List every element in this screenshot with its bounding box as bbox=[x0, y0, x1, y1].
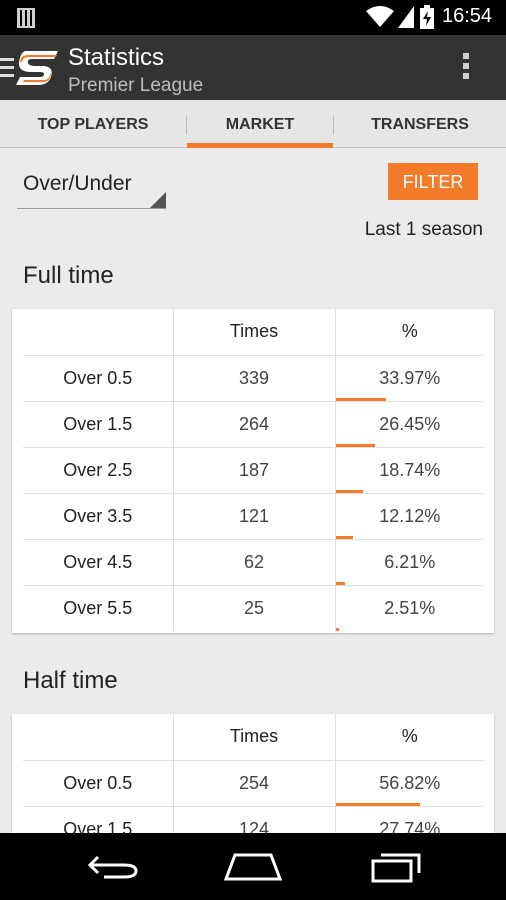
times-value: 339 bbox=[173, 355, 336, 402]
market-content[interactable]: Over/Under FILTER Last 1 season Full tim… bbox=[0, 149, 506, 833]
table-header-row: Times % bbox=[23, 309, 484, 356]
column-header-percent: % bbox=[335, 309, 484, 356]
menu-icon[interactable] bbox=[0, 58, 14, 78]
clock: 16:54 bbox=[442, 5, 493, 27]
sim-card-icon bbox=[17, 8, 35, 28]
tab-label: TOP PLAYERS bbox=[37, 116, 149, 133]
battery-charging-icon bbox=[420, 5, 434, 29]
half-time-table: Times % Over 0.5 254 56.82% Over 1.5 124… bbox=[23, 714, 484, 833]
tab-transfers[interactable]: TRANSFERS bbox=[334, 100, 506, 148]
dropdown-corner-icon bbox=[150, 192, 166, 208]
row-label: Over 1.5 bbox=[23, 806, 174, 833]
times-value: 264 bbox=[173, 401, 336, 448]
percent-value: 12.12% bbox=[379, 505, 441, 526]
tab-label: TRANSFERS bbox=[371, 116, 469, 133]
active-tab-indicator bbox=[187, 143, 333, 148]
tab-market[interactable]: MARKET bbox=[187, 100, 333, 148]
percent-cell: 26.45% bbox=[335, 401, 484, 448]
column-header bbox=[23, 309, 174, 356]
table-row: Over 1.5 124 27.74% bbox=[23, 806, 484, 833]
tab-label: MARKET bbox=[225, 116, 295, 133]
signal-icon bbox=[398, 6, 414, 28]
recents-icon[interactable] bbox=[367, 849, 427, 883]
back-icon[interactable] bbox=[84, 849, 144, 883]
section-title-full-time: Full time bbox=[23, 262, 114, 289]
times-value: 62 bbox=[173, 539, 336, 586]
row-label: Over 0.5 bbox=[23, 355, 174, 402]
percent-value: 18.74% bbox=[379, 459, 441, 480]
table-row: Over 0.5 254 56.82% bbox=[23, 760, 484, 807]
percent-bar bbox=[335, 628, 340, 631]
half-time-table-card: Times % Over 0.5 254 56.82% Over 1.5 124… bbox=[12, 714, 494, 833]
column-header bbox=[23, 714, 174, 761]
row-label: Over 4.5 bbox=[23, 539, 174, 586]
column-header-percent: % bbox=[335, 714, 484, 761]
percent-value: 26.45% bbox=[379, 413, 441, 434]
page-title: Statistics bbox=[68, 44, 165, 71]
times-value: 187 bbox=[173, 447, 336, 494]
full-time-table-card: Times % Over 0.5 339 33.97% Over 1.5 264… bbox=[12, 309, 494, 633]
full-time-table: Times % Over 0.5 339 33.97% Over 1.5 264… bbox=[23, 309, 484, 631]
percent-value: 33.97% bbox=[379, 367, 441, 388]
percent-cell: 56.82% bbox=[335, 760, 484, 807]
market-type-select[interactable]: Over/Under bbox=[17, 169, 166, 209]
percent-value: 6.21% bbox=[384, 551, 436, 572]
page-subtitle: Premier League bbox=[68, 75, 204, 96]
times-value: 254 bbox=[173, 760, 336, 807]
table-row: Over 0.5 339 33.97% bbox=[23, 355, 484, 402]
percent-cell: 33.97% bbox=[335, 355, 484, 402]
table-row: Over 2.5 187 18.74% bbox=[23, 447, 484, 494]
season-label: Last 1 season bbox=[364, 219, 483, 240]
percent-cell: 6.21% bbox=[335, 539, 484, 586]
row-label: Over 2.5 bbox=[23, 447, 174, 494]
times-value: 121 bbox=[173, 493, 336, 540]
row-label: Over 1.5 bbox=[23, 401, 174, 448]
percent-value: 56.82% bbox=[379, 772, 441, 793]
percent-cell: 18.74% bbox=[335, 447, 484, 494]
times-value: 124 bbox=[173, 806, 336, 833]
market-type-value: Over/Under bbox=[23, 172, 132, 195]
percent-cell: 2.51% bbox=[335, 585, 484, 631]
percent-cell: 12.12% bbox=[335, 493, 484, 540]
action-bar: Statistics Premier League bbox=[0, 35, 506, 100]
row-label: Over 3.5 bbox=[23, 493, 174, 540]
row-label: Over 0.5 bbox=[23, 760, 174, 807]
status-bar: 16:54 bbox=[0, 0, 506, 35]
column-header-times: Times bbox=[173, 309, 336, 356]
row-label: Over 5.5 bbox=[23, 585, 174, 631]
table-row: Over 5.5 25 2.51% bbox=[23, 585, 484, 631]
percent-cell: 27.74% bbox=[335, 806, 484, 833]
table-row: Over 1.5 264 26.45% bbox=[23, 401, 484, 448]
section-title-half-time: Half time bbox=[23, 667, 118, 694]
table-header-row: Times % bbox=[23, 714, 484, 761]
percent-value: 2.51% bbox=[384, 597, 436, 618]
percent-value: 27.74% bbox=[379, 818, 441, 833]
times-value: 25 bbox=[173, 585, 336, 631]
tab-top-players[interactable]: TOP PLAYERS bbox=[0, 100, 186, 148]
more-vert-icon[interactable] bbox=[456, 53, 476, 83]
table-row: Over 4.5 62 6.21% bbox=[23, 539, 484, 586]
tab-bar: TOP PLAYERS MARKET TRANSFERS bbox=[0, 100, 506, 148]
wifi-icon bbox=[366, 6, 394, 27]
column-header-times: Times bbox=[173, 714, 336, 761]
app-logo[interactable] bbox=[14, 47, 60, 89]
system-nav-bar bbox=[0, 833, 506, 900]
table-row: Over 3.5 121 12.12% bbox=[23, 493, 484, 540]
home-icon[interactable] bbox=[223, 849, 283, 883]
filter-button[interactable]: FILTER bbox=[388, 163, 478, 200]
